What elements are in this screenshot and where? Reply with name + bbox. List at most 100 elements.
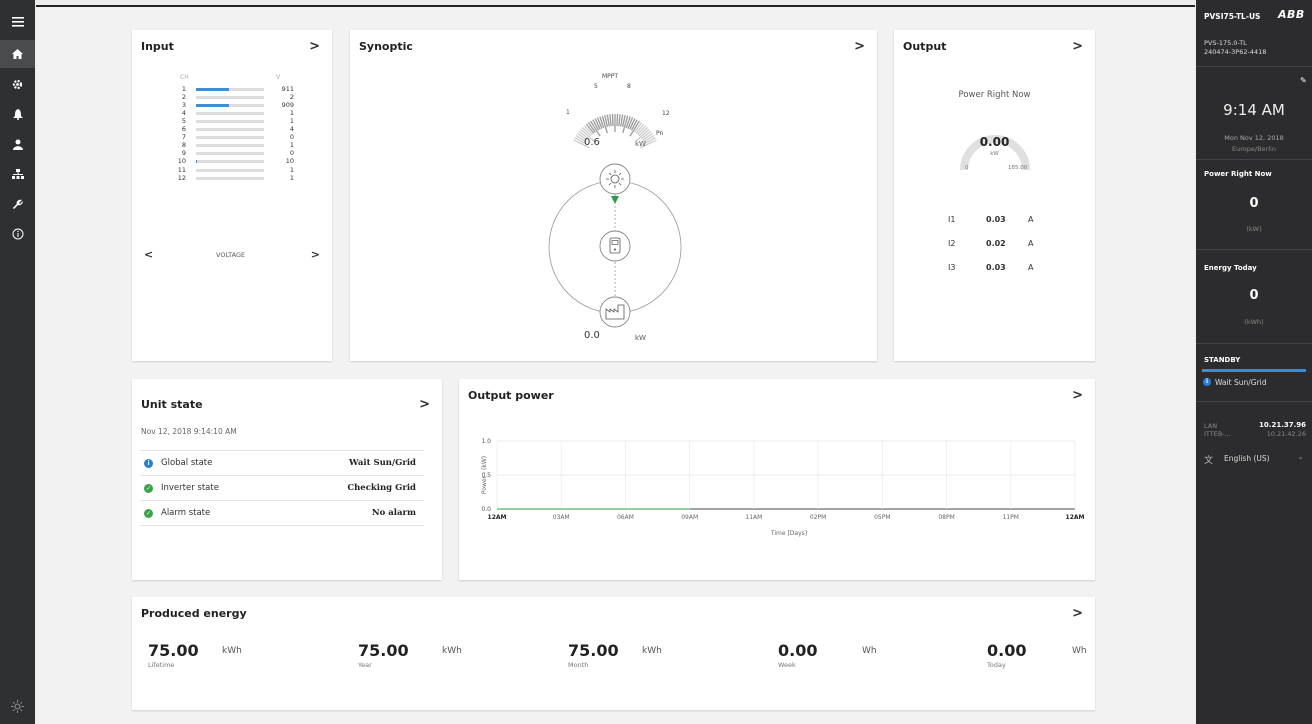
phase-name: I2 (948, 239, 956, 248)
check-circle-icon: ✓ (144, 508, 153, 518)
x-tick-label: 12AM (1066, 514, 1085, 521)
brightness-icon[interactable] (0, 692, 35, 720)
energy-unit: Wh (862, 646, 877, 656)
energy-unit: kWh (442, 646, 462, 656)
synoptic-diagram (548, 163, 682, 328)
channel-voltage-bar (196, 144, 264, 148)
energy-unit: kWh (642, 646, 662, 656)
channel-voltage: 909 (281, 101, 294, 110)
channel-voltage-bar (196, 88, 264, 91)
output-gauge-unit: kW (990, 151, 999, 157)
channel-row: 12 1 (166, 174, 296, 183)
output-gauge-max: 185.00 (1008, 165, 1028, 171)
phase-value: 0.03 (986, 263, 1006, 272)
info-icon: i (144, 458, 153, 468)
side-energy-label: Energy Today (1204, 264, 1257, 272)
abb-logo: ABB (1278, 8, 1305, 21)
info-icon: i (1203, 378, 1211, 386)
grid-power-unit: kW (635, 334, 646, 342)
user-icon[interactable] (0, 130, 35, 158)
status-label: STANDBY (1204, 356, 1241, 364)
output-power-chart: 1.00.50.012AM 03AM 06AM 09AM 11AM 02PM 05PM 08P… (481, 438, 1085, 537)
device-model: PVS-175.0-TL (1204, 39, 1247, 47)
gauge-tick (618, 114, 621, 127)
energy-value: 75.00 (148, 641, 199, 660)
channel-number: 9 (181, 149, 186, 158)
gauge-tick (609, 114, 612, 127)
unit-state-card: Unit state > Nov 12, 2018 9:14:10 AM i Gl… (132, 379, 442, 580)
channel-voltage: 1 (289, 109, 294, 118)
energy-period: Today (987, 661, 1006, 669)
state-label: Alarm state (161, 508, 211, 518)
channel-voltage: 2 (289, 93, 294, 102)
bell-icon[interactable] (0, 100, 35, 128)
ch-header: CH (180, 74, 189, 81)
output-expand-button[interactable]: > (1072, 39, 1083, 54)
input-prev-button[interactable]: < (144, 248, 153, 261)
channel-voltage: 0 (289, 133, 294, 142)
device-name: PVSI75-TL-US (1204, 12, 1261, 21)
side-power-label: Power Right Now (1204, 170, 1272, 178)
state-row: ✓ Alarm state No alarm (140, 501, 424, 526)
input-next-button[interactable]: > (311, 248, 320, 261)
channel-voltage-bar (196, 168, 264, 172)
wrench-icon[interactable] (0, 190, 35, 218)
channel-voltage: 911 (281, 85, 294, 93)
channel-voltage-bar (196, 176, 264, 180)
channel-voltage-bar (196, 104, 264, 108)
info-icon[interactable] (0, 220, 35, 248)
x-tick-label: 11AM (745, 514, 762, 521)
channel-voltage: 1 (289, 173, 294, 182)
right-panel: PVSI75-TL-US ABB PVS-175.0-TL 240474-3P6… (1196, 0, 1312, 724)
output-gauge-value: 0.00 (979, 135, 1010, 149)
energy-period: Year (358, 661, 372, 669)
gauge-tick-8: 8 (627, 83, 631, 90)
energy-value: 75.00 (568, 641, 619, 660)
synoptic-expand-button[interactable]: > (854, 39, 865, 54)
energy-period: Month (568, 661, 589, 669)
channel-voltage: 1 (289, 141, 294, 150)
dashboard: Input > CH V 1 911 2 2 3 909 4 1 5 1 6 4 7 0 8 1 9 0 10 10 1… (36, 5, 1195, 724)
energy-value: 75.00 (358, 641, 409, 660)
channel-voltage: 10 (285, 157, 294, 166)
side-power-unit: (kW) (1246, 225, 1262, 233)
synoptic-title: Synoptic (359, 40, 413, 53)
state-value: Checking Grid (347, 483, 416, 493)
channel-number: 4 (181, 109, 186, 118)
x-tick-label: 02PM (810, 514, 826, 521)
chevron-down-icon[interactable]: ⌄ (1297, 452, 1304, 461)
edit-icon[interactable]: ✎ (1300, 76, 1307, 85)
x-tick-label: 08PM (938, 514, 954, 521)
energy-period: Lifetime (148, 661, 175, 669)
mppt-gauge (573, 114, 657, 149)
state-value: No alarm (371, 508, 416, 518)
pv-power-value: 0.6 (584, 137, 600, 148)
unit-state-expand-button[interactable]: > (419, 397, 430, 412)
channel-voltage-bar (196, 120, 264, 124)
input-expand-button[interactable]: > (309, 39, 320, 54)
network-icon[interactable] (0, 160, 35, 188)
channel-number: 2 (181, 93, 186, 102)
menu-icon[interactable] (0, 8, 35, 36)
channel-voltage-fill (196, 104, 230, 108)
produced-energy-expand-button[interactable]: > (1072, 606, 1083, 621)
phase-unit: A (1028, 215, 1034, 224)
x-tick-label: 12AM (488, 514, 507, 521)
channel-voltage-bar (196, 112, 264, 116)
settings-icon[interactable] (0, 70, 35, 98)
channel-voltage: 0 (289, 149, 294, 158)
produced-energy-title: Produced energy (141, 607, 247, 620)
state-row: ✓ Inverter state Checking Grid (140, 476, 424, 501)
home-icon[interactable] (0, 40, 35, 68)
energy-item: 75.00 kWh Year (358, 641, 462, 669)
power-now-label: Power Right Now (958, 90, 1031, 100)
channel-number: 7 (181, 133, 186, 142)
language-select[interactable]: English (US) (1224, 454, 1270, 463)
input-card: Input > CH V 1 911 2 2 3 909 4 1 5 1 6 4 7 0 8 1 9 0 10 10 1… (132, 30, 332, 361)
output-title: Output (903, 40, 947, 53)
synoptic-card: Synoptic > MPPT 1 5 8 12 Pn 0.6 kW 0.0 k… (350, 30, 877, 361)
channel-number: 5 (181, 117, 186, 126)
channel-voltage-bar (196, 152, 264, 156)
side-power-value: 0 (1249, 196, 1259, 211)
unit-state-timestamp: Nov 12, 2018 9:14:10 AM (141, 427, 237, 436)
